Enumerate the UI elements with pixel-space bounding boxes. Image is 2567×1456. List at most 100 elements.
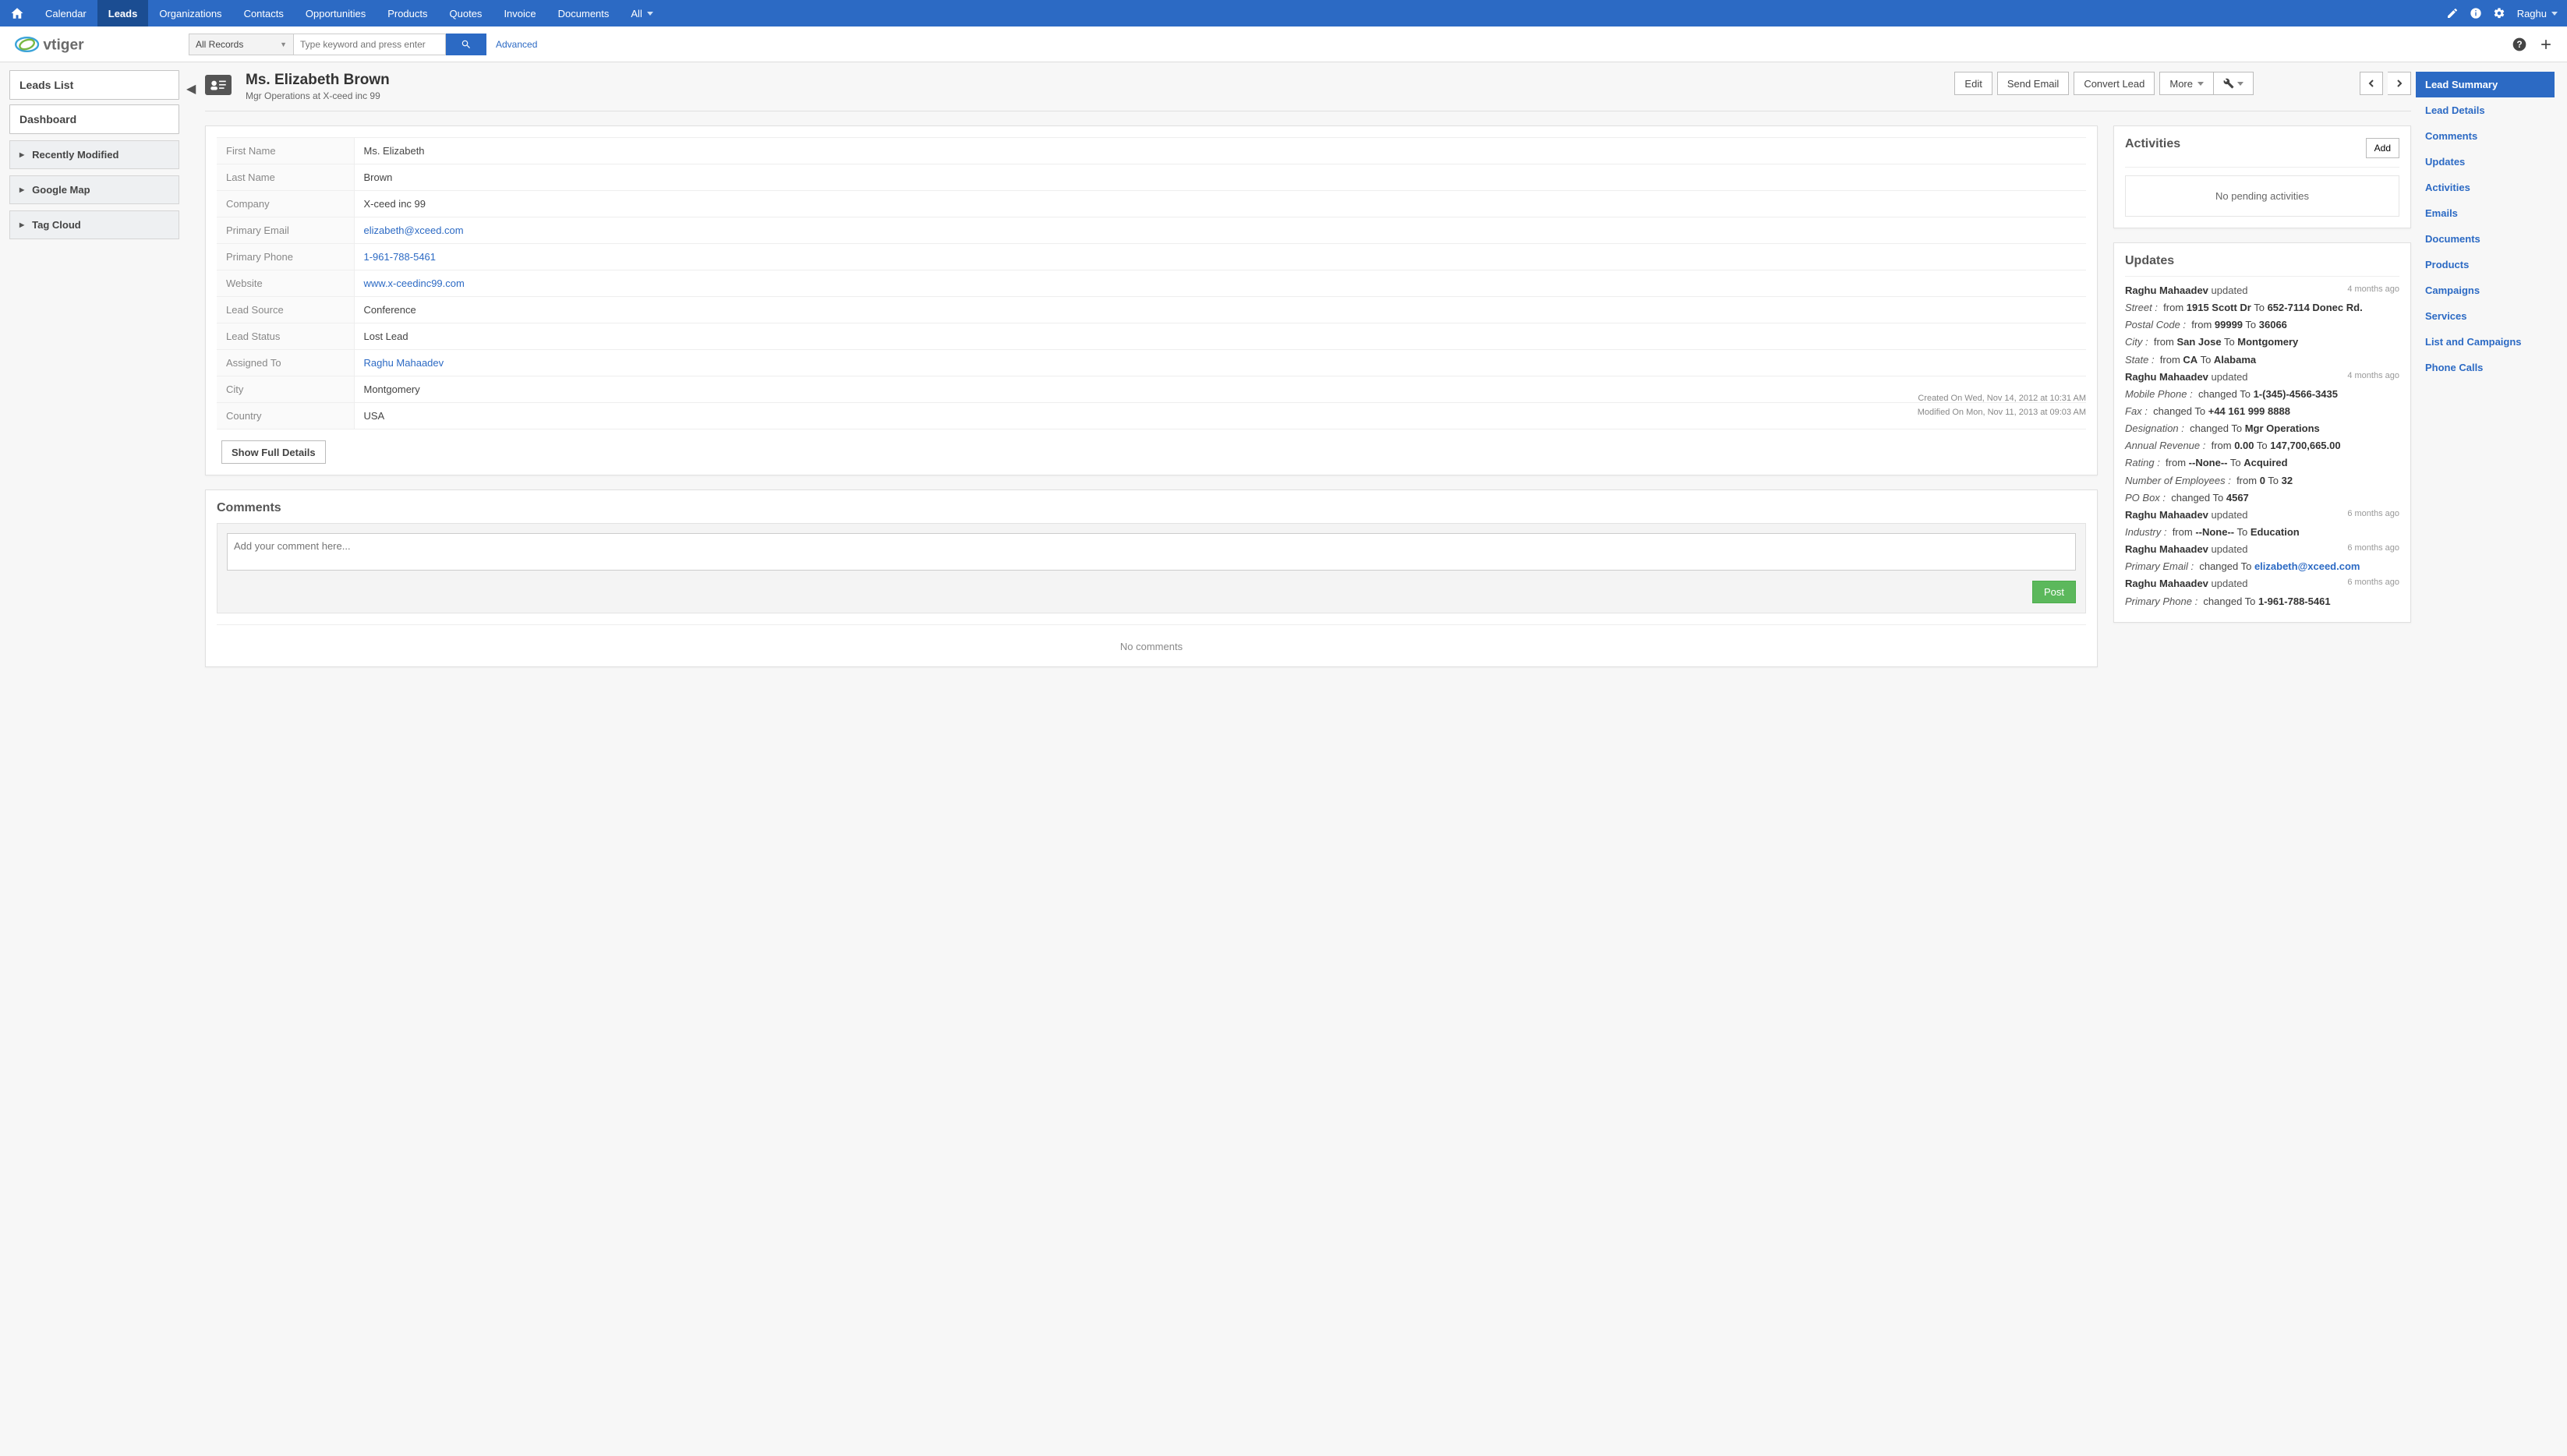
detail-value: Brown	[354, 164, 2086, 191]
related-tab-updates[interactable]: Updates	[2416, 149, 2555, 175]
activities-title: Activities	[2125, 137, 2180, 151]
updates-panel: Updates Raghu Mahaadev updated4 months a…	[2113, 242, 2411, 623]
update-change: Postal Code : from 99999 To 36066	[2125, 317, 2399, 333]
nav-item-quotes[interactable]: Quotes	[439, 0, 493, 27]
detail-value: USA	[354, 403, 2086, 429]
show-full-details-button[interactable]: Show Full Details	[221, 440, 326, 464]
comment-input[interactable]	[227, 533, 2076, 571]
update-change: Rating : from --None-- To Acquired	[2125, 455, 2399, 471]
nav-item-opportunities[interactable]: Opportunities	[295, 0, 377, 27]
update-change: State : from CA To Alabama	[2125, 352, 2399, 368]
lead-card-icon	[205, 75, 232, 95]
related-tab-products[interactable]: Products	[2416, 252, 2555, 277]
update-change: Street : from 1915 Scott Dr To 652-7114 …	[2125, 300, 2399, 316]
info-icon[interactable]	[2464, 0, 2487, 27]
detail-label: Assigned To	[217, 350, 354, 376]
update-header: Raghu Mahaadev updated6 months ago	[2125, 507, 2399, 523]
search-button[interactable]	[446, 34, 486, 55]
chevron-left-icon	[2367, 80, 2375, 87]
detail-row: CountryUSA	[217, 403, 2086, 429]
quick-create-icon[interactable]	[2534, 37, 2558, 52]
detail-value: X-ceed inc 99	[354, 191, 2086, 217]
related-tab-documents[interactable]: Documents	[2416, 226, 2555, 252]
detail-value: Ms. Elizabeth	[354, 138, 2086, 164]
detail-value: Lost Lead	[354, 323, 2086, 350]
update-change: Primary Email : changed To elizabeth@xce…	[2125, 559, 2399, 574]
nav-item-leads[interactable]: Leads	[97, 0, 149, 27]
svg-text:vtiger: vtiger	[43, 37, 84, 53]
advanced-search-link[interactable]: Advanced	[496, 39, 537, 50]
detail-label: Primary Phone	[217, 244, 354, 270]
detail-label: Website	[217, 270, 354, 297]
update-change: Number of Employees : from 0 To 32	[2125, 473, 2399, 489]
detail-label: Lead Status	[217, 323, 354, 350]
update-change: Industry : from --None-- To Education	[2125, 525, 2399, 540]
nav-item-organizations[interactable]: Organizations	[148, 0, 232, 27]
sidebar-widget-google-map[interactable]: ▶Google Map	[9, 175, 179, 204]
detail-label: Last Name	[217, 164, 354, 191]
detail-row: First NameMs. Elizabeth	[217, 138, 2086, 164]
search-scope-dropdown[interactable]: All Records ▼	[189, 34, 294, 55]
detail-row: Websitewww.x-ceedinc99.com	[217, 270, 2086, 297]
related-tab-campaigns[interactable]: Campaigns	[2416, 277, 2555, 303]
related-tab-lead-details[interactable]: Lead Details	[2416, 97, 2555, 123]
gear-icon[interactable]	[2487, 0, 2511, 27]
related-tab-phone-calls[interactable]: Phone Calls	[2416, 355, 2555, 380]
dashboard-button[interactable]: Dashboard	[9, 104, 179, 134]
nav-item-all[interactable]: All	[620, 0, 663, 27]
search-bar: vtiger All Records ▼ Advanced ?	[0, 27, 2567, 62]
detail-value[interactable]: elizabeth@xceed.com	[354, 217, 2086, 244]
record-title: Ms. Elizabeth Brown	[246, 72, 390, 89]
detail-value[interactable]: Raghu Mahaadev	[354, 350, 2086, 376]
related-tab-activities[interactable]: Activities	[2416, 175, 2555, 200]
edit-button[interactable]: Edit	[1954, 72, 1992, 95]
pencil-icon[interactable]	[2441, 0, 2464, 27]
left-sidebar: ◀ Leads List Dashboard ▶Recently Modifie…	[0, 62, 191, 1456]
detail-row: CityMontgomery	[217, 376, 2086, 403]
wrench-icon	[2223, 78, 2234, 89]
detail-value: Montgomery	[354, 376, 2086, 403]
nav-item-calendar[interactable]: Calendar	[34, 0, 97, 27]
more-button[interactable]: More	[2159, 72, 2213, 95]
detail-value[interactable]: www.x-ceedinc99.com	[354, 270, 2086, 297]
convert-lead-button[interactable]: Convert Lead	[2074, 72, 2155, 95]
home-icon[interactable]	[0, 0, 34, 27]
wrench-button[interactable]	[2213, 72, 2254, 95]
detail-row: Primary Emailelizabeth@xceed.com	[217, 217, 2086, 244]
sidebar-widget-recently-modified[interactable]: ▶Recently Modified	[9, 140, 179, 169]
detail-label: Primary Email	[217, 217, 354, 244]
related-tab-services[interactable]: Services	[2416, 303, 2555, 329]
update-change: Fax : changed To +44 161 999 8888	[2125, 404, 2399, 419]
send-email-button[interactable]: Send Email	[1997, 72, 2069, 95]
related-tab-list-and-campaigns[interactable]: List and Campaigns	[2416, 329, 2555, 355]
record-header: Ms. Elizabeth Brown Mgr Operations at X-…	[205, 72, 2411, 111]
update-header: Raghu Mahaadev updated4 months ago	[2125, 369, 2399, 385]
related-tab-lead-summary[interactable]: Lead Summary	[2416, 72, 2555, 97]
next-record-button[interactable]	[2388, 72, 2411, 95]
nav-item-documents[interactable]: Documents	[547, 0, 621, 27]
vtiger-logo[interactable]: vtiger	[12, 32, 126, 57]
post-comment-button[interactable]: Post	[2032, 581, 2076, 603]
search-input[interactable]	[294, 34, 446, 55]
sidebar-widget-tag-cloud[interactable]: ▶Tag Cloud	[9, 210, 179, 239]
related-tabs: Lead SummaryLead DetailsCommentsUpdatesA…	[2416, 72, 2555, 380]
help-icon[interactable]: ?	[2508, 37, 2531, 52]
related-tab-emails[interactable]: Emails	[2416, 200, 2555, 226]
nav-item-invoice[interactable]: Invoice	[493, 0, 546, 27]
detail-value[interactable]: 1-961-788-5461	[354, 244, 2086, 270]
update-change: Annual Revenue : from 0.00 To 147,700,66…	[2125, 438, 2399, 454]
nav-item-contacts[interactable]: Contacts	[233, 0, 295, 27]
details-panel: First NameMs. ElizabethLast NameBrownCom…	[205, 125, 2098, 475]
add-activity-button[interactable]: Add	[2366, 138, 2399, 158]
leads-list-button[interactable]: Leads List	[9, 70, 179, 100]
user-menu[interactable]: Raghu	[2511, 0, 2567, 27]
prev-record-button[interactable]	[2360, 72, 2383, 95]
no-comments-text: No comments	[217, 624, 2086, 656]
related-tab-comments[interactable]: Comments	[2416, 123, 2555, 149]
update-change: Primary Phone : changed To 1-961-788-546…	[2125, 594, 2399, 610]
top-nav: CalendarLeadsOrganizationsContactsOpport…	[0, 0, 2567, 27]
svg-text:?: ?	[2516, 40, 2522, 50]
chevron-right-icon	[2396, 80, 2403, 87]
nav-item-products[interactable]: Products	[377, 0, 438, 27]
detail-value: Conference	[354, 297, 2086, 323]
